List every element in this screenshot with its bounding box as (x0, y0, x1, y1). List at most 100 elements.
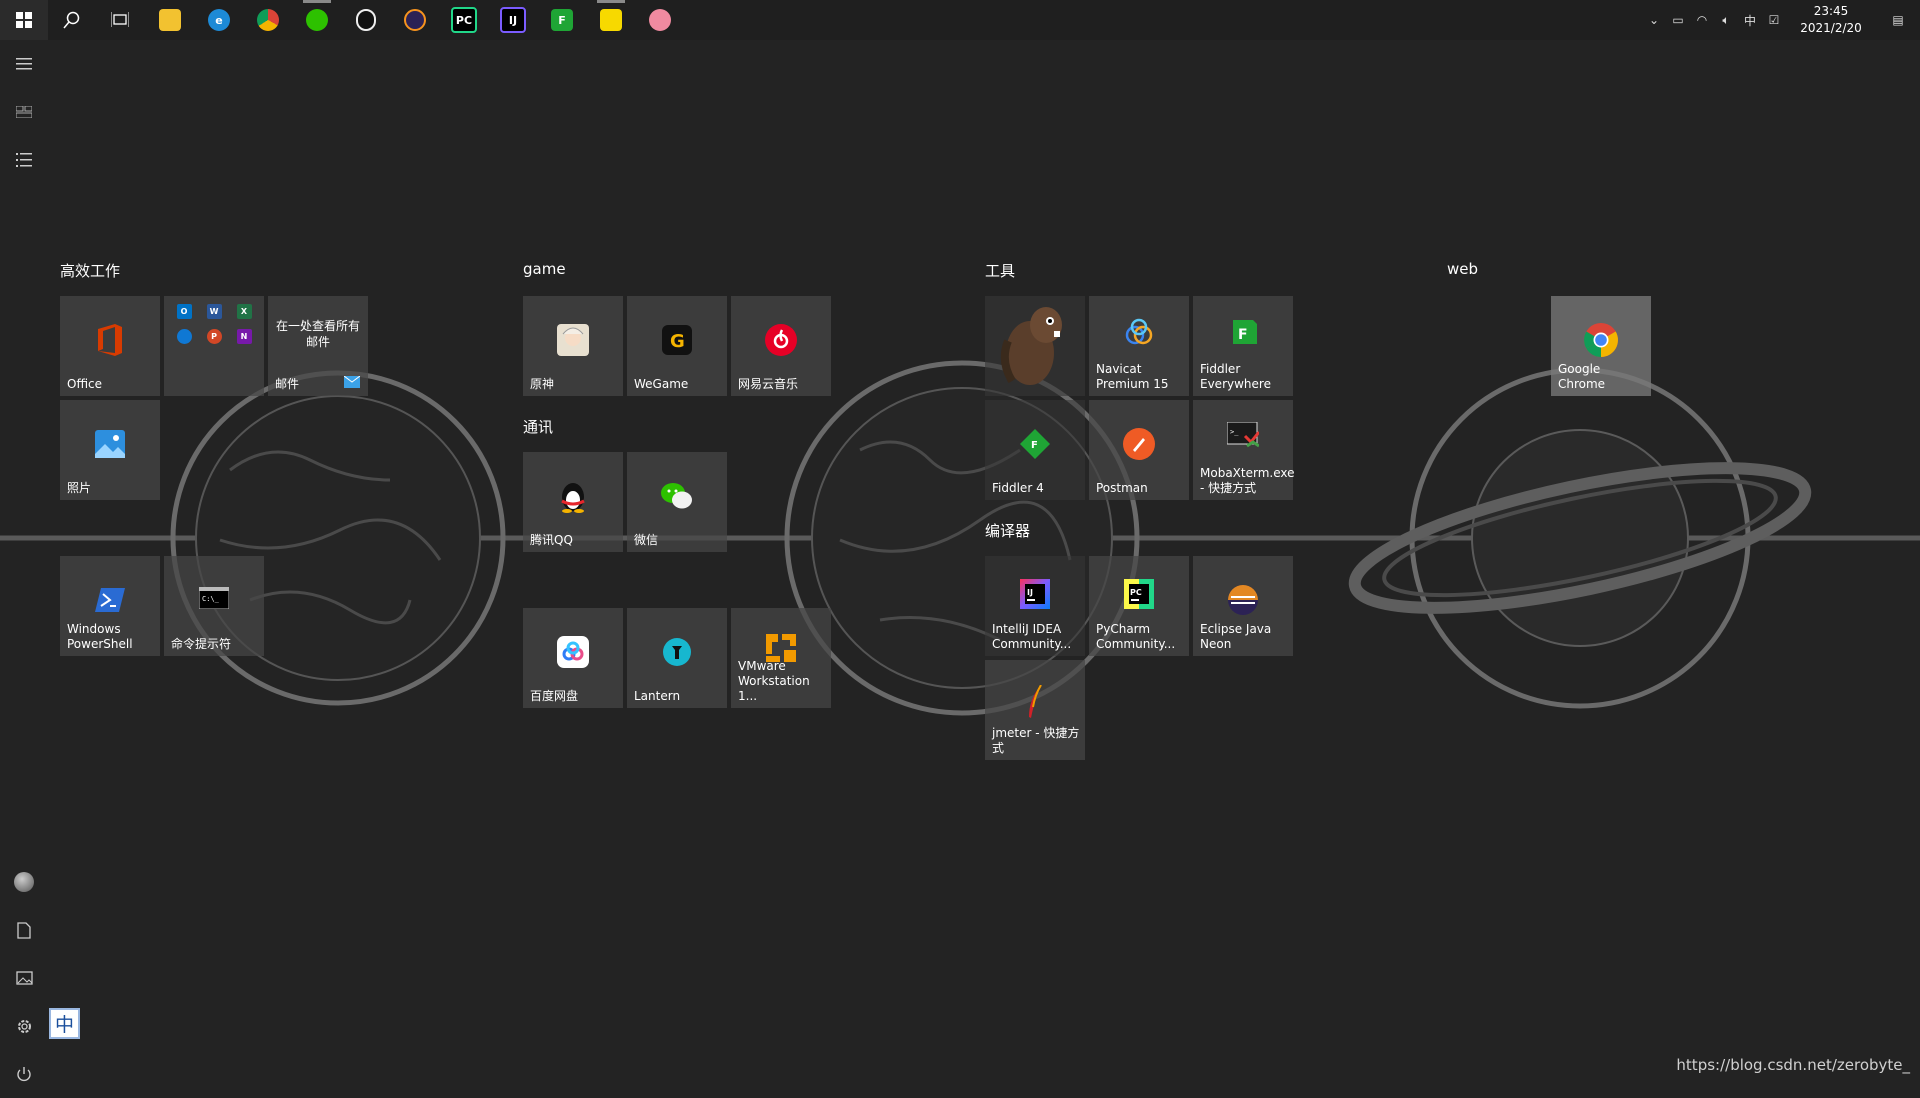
taskbar-app-chrome[interactable] (249, 4, 287, 36)
tile-fiddler-everywhere[interactable]: F Fiddler Everywhere (1193, 296, 1293, 396)
tile-label: MobaXterm.exe - 快捷方式 (1200, 466, 1295, 495)
tile-eclipse[interactable]: Eclipse Java Neon (1193, 556, 1293, 656)
power-button[interactable] (0, 1050, 48, 1098)
tiles-icon (16, 106, 32, 118)
start-button[interactable] (0, 0, 48, 40)
mail-envelope-icon (344, 376, 360, 388)
tile-fiddler-4[interactable]: F Fiddler 4 (985, 400, 1085, 500)
tile-lantern[interactable]: Lantern (627, 608, 727, 708)
postman-icon (1123, 428, 1155, 464)
show-hidden-icons-button[interactable]: ⌄ (1642, 0, 1666, 40)
tile-label: Navicat Premium 15 (1096, 362, 1169, 391)
onenote-icon: N (236, 329, 252, 344)
wallpaper-decoration (0, 360, 1920, 716)
tile-yuanshen[interactable]: 原神 (523, 296, 623, 396)
tile-label: 照片 (67, 481, 92, 495)
expand-menu-button[interactable] (0, 40, 48, 88)
tile-command-prompt[interactable]: C:\_ 命令提示符 (164, 556, 264, 656)
group-title-game[interactable]: game (523, 260, 566, 278)
photos-icon (95, 430, 125, 462)
tile-wechat[interactable]: 微信 (627, 452, 727, 552)
taskbar-app-intellij[interactable]: IJ (494, 4, 532, 36)
tile-label: Windows PowerShell (67, 622, 133, 651)
group-title-productivity[interactable]: 高效工作 (60, 260, 120, 281)
all-apps-button[interactable] (0, 136, 48, 184)
wechat-icon (306, 9, 328, 31)
taskbar-app-pycharm[interactable]: PC (445, 4, 483, 36)
taskbar-app-file-explorer[interactable] (151, 4, 189, 36)
powershell-icon (95, 588, 125, 616)
tile-wegame[interactable]: G WeGame (627, 296, 727, 396)
taskbar-app-edge[interactable]: e (200, 4, 238, 36)
documents-button[interactable] (0, 906, 48, 954)
clock[interactable]: 23:45 2021/2/20 (1786, 3, 1876, 37)
pycharm-icon: PC (451, 7, 477, 33)
settings-button[interactable] (0, 1002, 48, 1050)
office-icon (95, 323, 125, 361)
group-title-compilers[interactable]: 编译器 (985, 520, 1030, 541)
tile-label: 百度网盘 (530, 689, 579, 703)
pig-app-icon (649, 9, 671, 31)
taskbar-app-sticky-notes[interactable] (592, 0, 630, 36)
notification-center-button[interactable]: ▤ (1876, 0, 1920, 40)
volume-icon[interactable]: 🔈︎ (1714, 0, 1738, 40)
tile-mail[interactable]: 在一处查看所有邮件 邮件 (268, 296, 368, 396)
taskbar-app-qq[interactable] (347, 4, 385, 36)
hamburger-icon (16, 58, 32, 70)
task-view-button[interactable] (96, 0, 144, 40)
svg-text:C:\_: C:\_ (202, 595, 220, 603)
tile-dbeaver[interactable] (985, 296, 1085, 396)
tile-office-apps-folder[interactable]: O W X P N (164, 296, 264, 396)
command-prompt-icon: C:\_ (198, 586, 230, 613)
taskbar: e PC IJ F ⌄ ▭ ◠ 🔈︎ 中 ☑ 23:45 2021/2/20 ▤ (0, 0, 1920, 40)
taskbar-app-eclipse[interactable] (396, 4, 434, 36)
tile-label: PyCharm Community... (1096, 622, 1176, 651)
tile-label: Fiddler Everywhere (1200, 362, 1271, 391)
tile-office[interactable]: Office (60, 296, 160, 396)
battery-icon[interactable]: ▭ (1666, 0, 1690, 40)
picture-icon (15, 971, 33, 985)
taskbar-app-pig[interactable] (641, 4, 679, 36)
taskbar-app-fiddler[interactable]: F (543, 4, 581, 36)
tile-postman[interactable]: Postman (1089, 400, 1189, 500)
tile-label: 命令提示符 (171, 637, 232, 651)
tile-qq[interactable]: 腾讯QQ (523, 452, 623, 552)
tile-navicat[interactable]: Navicat Premium 15 (1089, 296, 1189, 396)
group-title-communication[interactable]: 通讯 (523, 416, 553, 437)
excel-icon: X (236, 304, 252, 319)
group-title-web[interactable]: web (1447, 260, 1478, 278)
wifi-icon[interactable]: ◠ (1690, 0, 1714, 40)
pycharm-icon: PC (1124, 579, 1154, 613)
search-button[interactable] (48, 0, 96, 40)
tile-baidu-disk[interactable]: 百度网盘 (523, 608, 623, 708)
mail-tile-heading: 在一处查看所有邮件 (275, 319, 360, 349)
tile-windows-powershell[interactable]: Windows PowerShell (60, 556, 160, 656)
taskbar-app-wechat[interactable] (298, 0, 336, 36)
tile-mobaxterm[interactable]: >_ MobaXterm.exe - 快捷方式 (1193, 400, 1295, 500)
fiddler-4-icon: F (1020, 429, 1050, 463)
tile-jmeter[interactable]: jmeter - 快捷方式 (985, 660, 1085, 760)
group-title-tools[interactable]: 工具 (985, 260, 1015, 281)
ime-indicator[interactable]: 中 (1738, 0, 1762, 40)
word-icon: W (206, 304, 222, 319)
pictures-button[interactable] (0, 954, 48, 1002)
intellij-icon: IJ (1020, 579, 1050, 613)
tile-label: Google Chrome (1558, 362, 1606, 391)
tile-google-chrome[interactable]: Google Chrome (1551, 296, 1651, 396)
clock-time: 23:45 (1813, 4, 1849, 18)
tile-vmware[interactable]: VMware Workstation 1... (731, 608, 831, 708)
ime-mode-box[interactable]: 中 (49, 1008, 80, 1039)
tile-pycharm[interactable]: PC PyCharm Community... (1089, 556, 1189, 656)
tile-photos[interactable]: 照片 (60, 400, 160, 500)
tile-intellij-idea[interactable]: IJ IntelliJ IDEA Community... (985, 556, 1085, 656)
user-account-button[interactable] (0, 858, 48, 906)
svg-text:>_: >_ (1230, 428, 1239, 436)
wegame-icon: G (662, 325, 692, 359)
outlook-icon: O (176, 304, 192, 319)
fiddler-icon: F (551, 9, 573, 31)
tile-netease-music[interactable]: 网易云音乐 (731, 296, 831, 396)
task-view-icon (111, 12, 129, 27)
pinned-tiles-button[interactable] (0, 88, 48, 136)
windows-logo-icon (16, 12, 32, 28)
security-icon[interactable]: ☑ (1762, 0, 1786, 40)
